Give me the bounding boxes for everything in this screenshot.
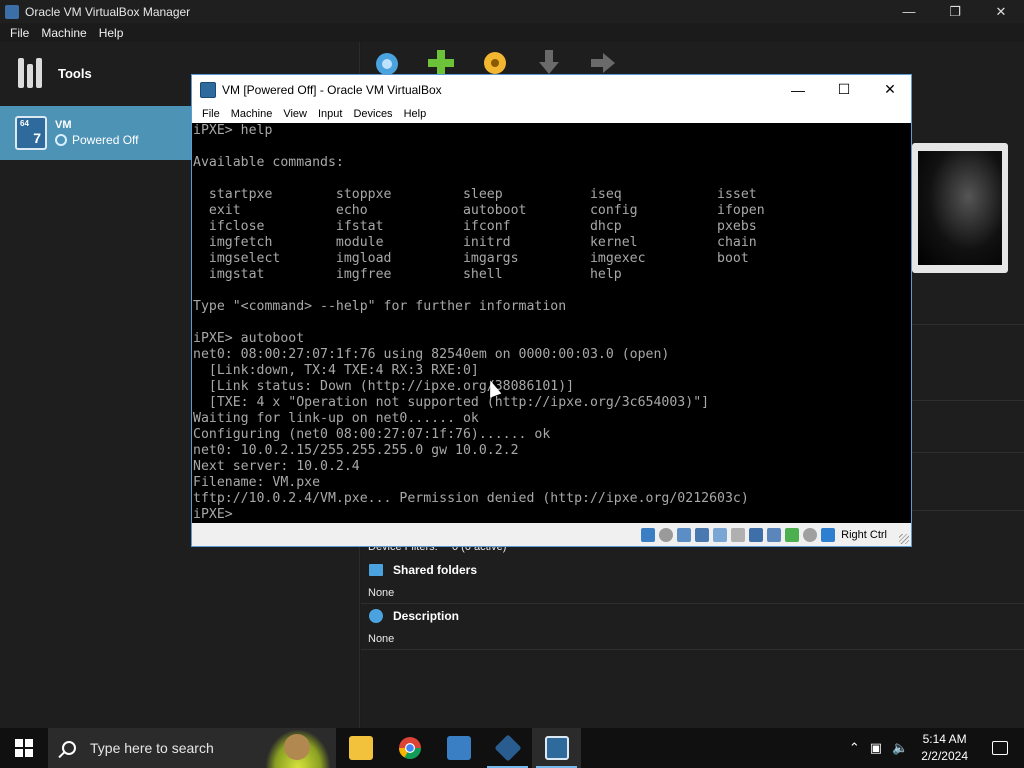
menu-machine[interactable]: Machine bbox=[41, 26, 86, 40]
close-button[interactable]: ✕ bbox=[978, 0, 1024, 23]
start-button[interactable] bbox=[0, 728, 48, 768]
taskbar-app-3[interactable] bbox=[434, 728, 483, 768]
chrome-icon bbox=[398, 737, 421, 759]
console-output: iPXE> help Available commands: startpxe … bbox=[193, 123, 765, 522]
vm-close-button[interactable]: ✕ bbox=[867, 75, 913, 104]
vm-list-item[interactable]: 64 7 VM Powered Off bbox=[0, 106, 192, 160]
vm-status-text: Powered Off bbox=[72, 133, 139, 147]
usb-icon[interactable] bbox=[713, 527, 728, 542]
minimize-button[interactable]: — bbox=[886, 0, 932, 23]
tools-icon bbox=[18, 58, 48, 88]
chevron-up-icon[interactable]: ⌃ bbox=[849, 740, 860, 756]
power-off-icon bbox=[55, 134, 67, 146]
virtualization-icon[interactable] bbox=[785, 527, 800, 542]
host-key-label: Right Ctrl bbox=[841, 528, 887, 541]
shared-folders-header[interactable]: Shared folders bbox=[369, 563, 477, 577]
vm-menu-file[interactable]: File bbox=[202, 108, 220, 120]
taskbar: Type here to search ⌃ ▣ 🔈 5:14 AM 2/2/20… bbox=[0, 728, 1024, 768]
vm-preview bbox=[912, 143, 1008, 273]
vm-menu-machine[interactable]: Machine bbox=[231, 108, 273, 120]
vm-console-window: VM [Powered Off] - Oracle VM VirtualBox … bbox=[191, 74, 912, 547]
vm-window-icon bbox=[200, 81, 216, 98]
vm-status: Powered Off bbox=[55, 133, 138, 147]
display-icon[interactable] bbox=[749, 527, 764, 542]
volume-muted-icon[interactable]: 🔈 bbox=[892, 740, 908, 756]
system-tray: ⌃ ▣ 🔈 5:14 AM 2/2/2024 bbox=[844, 728, 1024, 768]
manager-titlebar: Oracle VM VirtualBox Manager — ❐ ✕ bbox=[0, 0, 1024, 23]
virtualbox-app-icon bbox=[5, 4, 19, 19]
vm-menu-devices[interactable]: Devices bbox=[353, 108, 392, 120]
clock-time: 5:14 AM bbox=[922, 732, 967, 746]
taskbar-vm-window[interactable] bbox=[532, 728, 581, 768]
vm-console-screen[interactable]: iPXE> help Available commands: startpxe … bbox=[192, 123, 911, 523]
hard-disk-icon[interactable] bbox=[641, 527, 656, 542]
vm-menu-help[interactable]: Help bbox=[404, 108, 427, 120]
description-icon bbox=[369, 609, 383, 623]
resize-grip[interactable] bbox=[899, 534, 909, 544]
manager-menubar: File Machine Help bbox=[0, 23, 1024, 42]
restore-button[interactable]: ❐ bbox=[932, 0, 978, 23]
vm-maximize-button[interactable]: ☐ bbox=[821, 75, 867, 104]
video-capture-icon[interactable] bbox=[767, 527, 782, 542]
description-title: Description bbox=[393, 609, 460, 623]
mouse-integration-icon[interactable] bbox=[803, 527, 818, 542]
notifications-icon[interactable] bbox=[992, 741, 1008, 755]
menu-file[interactable]: File bbox=[10, 26, 29, 40]
search-placeholder: Type here to search bbox=[90, 740, 214, 756]
shared-folders-title: Shared folders bbox=[393, 563, 478, 577]
manager-title: Oracle VM VirtualBox Manager bbox=[25, 4, 191, 19]
shared-folders-icon[interactable] bbox=[731, 527, 746, 542]
clock[interactable]: 5:14 AM 2/2/2024 bbox=[921, 731, 968, 765]
description-header[interactable]: Description bbox=[369, 609, 459, 623]
taskbar-file-explorer[interactable] bbox=[336, 728, 385, 768]
optical-drive-icon[interactable] bbox=[659, 527, 674, 542]
windows-logo-icon bbox=[15, 739, 33, 757]
search-icon bbox=[62, 741, 76, 755]
tools-label: Tools bbox=[58, 65, 92, 81]
description-value: None bbox=[368, 633, 395, 645]
vm-minimize-button[interactable]: — bbox=[775, 75, 821, 104]
app-window-icon bbox=[446, 736, 471, 760]
file-explorer-icon bbox=[348, 736, 373, 760]
virtualbox-icon bbox=[493, 734, 522, 762]
network-tray-icon[interactable]: ▣ bbox=[870, 740, 882, 756]
vm-statusbar: Right Ctrl bbox=[192, 523, 911, 546]
clock-date: 2/2/2024 bbox=[921, 749, 968, 763]
vm-menu-view[interactable]: View bbox=[283, 108, 307, 120]
audio-icon[interactable] bbox=[677, 527, 692, 542]
keyboard-capture-icon[interactable] bbox=[821, 527, 836, 542]
taskbar-virtualbox[interactable] bbox=[483, 728, 532, 768]
taskbar-chrome[interactable] bbox=[385, 728, 434, 768]
search-highlight-image bbox=[266, 730, 330, 768]
vm-os-icon: 64 7 bbox=[15, 116, 47, 150]
vm-window-titlebar: VM [Powered Off] - Oracle VM VirtualBox … bbox=[192, 75, 911, 104]
vm-menubar: File Machine View Input Devices Help bbox=[192, 104, 911, 123]
vm-menu-input[interactable]: Input bbox=[318, 108, 342, 120]
vm-window-title: VM [Powered Off] - Oracle VM VirtualBox bbox=[222, 82, 442, 97]
network-icon[interactable] bbox=[695, 527, 710, 542]
vm-window-taskbar-icon bbox=[544, 736, 569, 760]
taskbar-search[interactable]: Type here to search bbox=[48, 728, 336, 768]
vm-name: VM bbox=[55, 119, 72, 131]
folder-icon bbox=[369, 564, 383, 576]
menu-help[interactable]: Help bbox=[99, 26, 124, 40]
shared-folders-value: None bbox=[368, 587, 395, 599]
